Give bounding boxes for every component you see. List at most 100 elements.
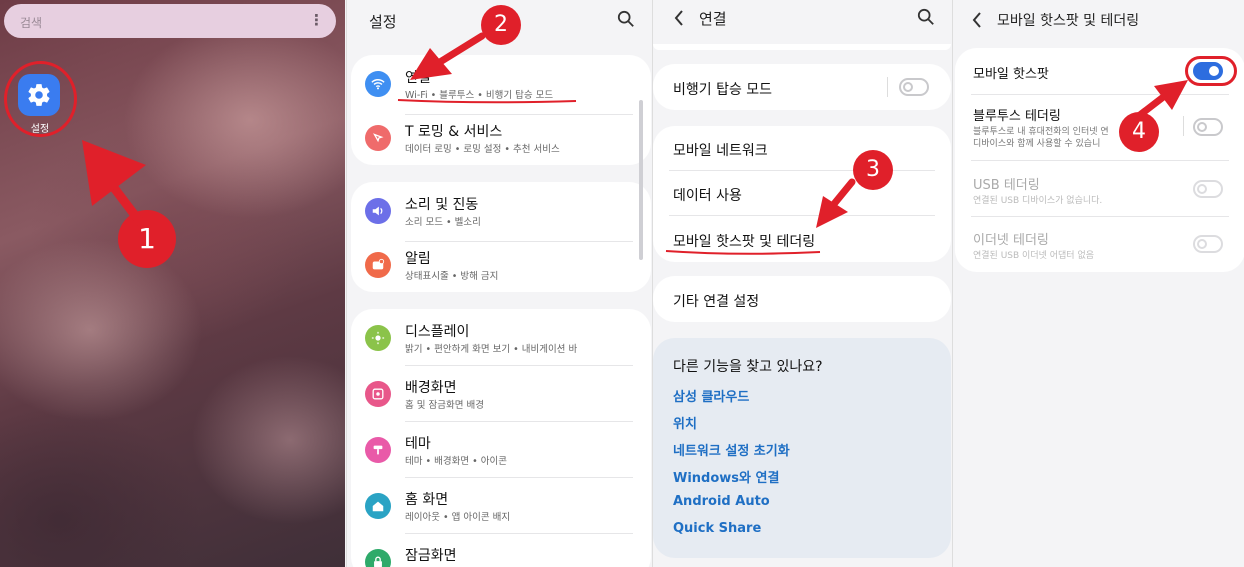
ethernet-tethering-toggle <box>1193 235 1223 253</box>
separator <box>1183 116 1184 136</box>
settings-item-home-screen[interactable]: 홈 화면 레이아웃 • 앱 아이콘 배지 <box>365 489 637 529</box>
bluetooth-tethering-toggle[interactable] <box>1193 118 1223 136</box>
settings-item-lock-screen[interactable]: 잠금화면 <box>365 545 637 567</box>
settings-card-display: 디스플레이 밝기 • 편안하게 화면 보기 • 내비게이션 바 배경화면 홈 및… <box>351 309 651 567</box>
settings-item-subtitle: 레이아웃 • 앱 아이콘 배지 <box>405 512 511 523</box>
airplane-mode-card: 비행기 탑승 모드 <box>653 64 951 110</box>
bluetooth-tethering-label[interactable]: 블루투스 테더링 <box>973 105 1061 124</box>
wifi-icon <box>365 71 391 97</box>
divider <box>971 160 1229 161</box>
roaming-icon <box>365 125 391 151</box>
suggestions-title: 다른 기능을 찾고 있나요? <box>673 359 823 375</box>
connections-panel: 연결 비행기 탑승 모드 모바일 네트워크 데이터 사용 모바일 핫스팟 및 테… <box>652 0 952 567</box>
settings-item-theme[interactable]: 테마 테마 • 배경화면 • 아이콘 <box>365 433 637 473</box>
settings-app-label: 설정 <box>30 124 50 135</box>
page-title: 연결 <box>699 10 727 28</box>
back-arrow-icon[interactable] <box>673 9 685 27</box>
settings-item-title: 홈 화면 <box>405 492 449 508</box>
usb-tethering-desc: 연결된 USB 디바이스가 없습니다. <box>973 196 1103 206</box>
usb-tethering-toggle <box>1193 180 1223 198</box>
link-samsung-cloud[interactable]: 삼성 클라우드 <box>673 386 749 405</box>
more-options-icon[interactable]: ⋮ <box>309 11 324 29</box>
link-android-auto[interactable]: Android Auto <box>673 494 770 509</box>
home-screen-panel: 검색 ⋮ 설정 1 <box>0 0 345 567</box>
settings-item-subtitle: 데이터 로밍 • 로밍 설정 • 추천 서비스 <box>405 144 560 155</box>
link-reset-network[interactable]: 네트워크 설정 초기화 <box>673 440 790 459</box>
divider <box>669 170 935 171</box>
settings-item-subtitle: 소리 모드 • 벨소리 <box>405 217 481 228</box>
search-icon[interactable] <box>917 8 935 26</box>
more-settings-card: 기타 연결 설정 <box>653 276 951 322</box>
divider <box>405 477 633 478</box>
scrollbar[interactable] <box>639 100 643 260</box>
separator <box>887 77 888 97</box>
notification-icon <box>365 252 391 278</box>
suggestions-card: 다른 기능을 찾고 있나요? 삼성 클라우드 위치 네트워크 설정 초기화 Wi… <box>653 338 951 558</box>
mobile-network-item[interactable]: 모바일 네트워크 <box>673 140 768 160</box>
network-card: 모바일 네트워크 데이터 사용 모바일 핫스팟 및 테더링 <box>653 126 951 262</box>
settings-item-display[interactable]: 디스플레이 밝기 • 편안하게 화면 보기 • 내비게이션 바 <box>365 321 637 361</box>
gear-icon <box>28 84 50 106</box>
settings-item-subtitle: Wi-Fi • 블루투스 • 비행기 탑승 모드 <box>405 90 554 101</box>
settings-item-title: T 로밍 & 서비스 <box>405 124 503 140</box>
annotation-circle-4 <box>1185 56 1237 86</box>
settings-card-sound: 소리 및 진동 소리 모드 • 벨소리 알림 상태표시줄 • 방해 금지 <box>351 182 651 292</box>
settings-item-title: 배경화면 <box>405 380 457 396</box>
settings-item-connections[interactable]: 연결 Wi-Fi • 블루투스 • 비행기 탑승 모드 <box>365 67 637 107</box>
link-location[interactable]: 위치 <box>673 413 697 432</box>
link-quick-share[interactable]: Quick Share <box>673 521 761 536</box>
divider <box>405 421 633 422</box>
search-icon[interactable] <box>617 10 635 28</box>
settings-item-roaming[interactable]: T 로밍 & 서비스 데이터 로밍 • 로밍 설정 • 추천 서비스 <box>365 121 637 161</box>
settings-item-title: 소리 및 진동 <box>405 197 479 213</box>
usb-tethering-label: USB 테더링 <box>973 178 1040 193</box>
airplane-mode-toggle[interactable] <box>899 78 929 96</box>
step-badge-4: 4 <box>1119 112 1159 152</box>
settings-item-title: 디스플레이 <box>405 324 470 340</box>
settings-item-title: 알림 <box>405 251 431 267</box>
ethernet-tethering-label: 이더넷 테더링 <box>973 233 1049 248</box>
settings-item-notifications[interactable]: 알림 상태표시줄 • 방해 금지 <box>365 248 637 288</box>
page-title: 설정 <box>369 13 397 31</box>
settings-item-title: 잠금화면 <box>405 548 457 564</box>
hotspot-card: 모바일 핫스팟 블루투스 테더링 블루투스로 내 휴대전화의 인터넷 연 디바이… <box>955 48 1244 272</box>
scrolled-card-edge <box>653 44 951 50</box>
lock-icon <box>365 549 391 567</box>
settings-item-subtitle: 홈 및 잠금화면 배경 <box>405 400 484 411</box>
link-link-to-windows[interactable]: Windows와 연결 <box>673 467 779 486</box>
mobile-hotspot-label[interactable]: 모바일 핫스팟 <box>973 63 1049 82</box>
divider <box>971 94 1229 95</box>
hotspot-tethering-item[interactable]: 모바일 핫스팟 및 테더링 <box>673 231 815 251</box>
theme-icon <box>365 437 391 463</box>
more-connection-settings-item[interactable]: 기타 연결 설정 <box>673 291 759 311</box>
data-usage-item[interactable]: 데이터 사용 <box>673 185 742 205</box>
step-badge-1: 1 <box>118 210 176 268</box>
ethernet-tethering-desc: 연결된 USB 이더넷 어댑터 없음 <box>973 251 1094 261</box>
settings-item-subtitle: 밝기 • 편안하게 화면 보기 • 내비게이션 바 <box>405 344 578 355</box>
settings-item-title: 연결 <box>405 70 431 86</box>
hotspot-tethering-panel: 모바일 핫스팟 및 테더링 모바일 핫스팟 블루투스 테더링 블루투스로 내 휴… <box>952 0 1244 567</box>
divider <box>971 216 1229 217</box>
page-title: 모바일 핫스팟 및 테더링 <box>997 13 1140 29</box>
back-arrow-icon[interactable] <box>971 11 983 29</box>
divider <box>669 215 935 216</box>
settings-panel: 설정 연결 Wi-Fi • 블루투스 • 비행기 탑승 모드 T 로밍 & 서비… <box>346 0 652 567</box>
settings-item-sound[interactable]: 소리 및 진동 소리 모드 • 벨소리 <box>365 194 637 234</box>
divider <box>405 365 633 366</box>
divider <box>405 114 633 115</box>
home-search-bar[interactable]: 검색 ⋮ <box>4 4 336 38</box>
settings-app-icon[interactable] <box>18 74 60 116</box>
settings-item-subtitle: 테마 • 배경화면 • 아이콘 <box>405 456 507 467</box>
divider <box>405 533 633 534</box>
step-badge-2: 2 <box>481 5 521 45</box>
settings-item-wallpaper[interactable]: 배경화면 홈 및 잠금화면 배경 <box>365 377 637 417</box>
speaker-icon <box>365 198 391 224</box>
settings-card-connections: 연결 Wi-Fi • 블루투스 • 비행기 탑승 모드 T 로밍 & 서비스 데… <box>351 55 651 165</box>
home-icon <box>365 493 391 519</box>
bluetooth-tethering-desc-2: 디바이스와 함께 사용할 수 있습니 <box>973 139 1101 149</box>
search-placeholder: 검색 <box>20 16 43 30</box>
settings-item-subtitle: 상태표시줄 • 방해 금지 <box>405 271 499 282</box>
divider <box>405 241 633 242</box>
wallpaper-icon <box>365 381 391 407</box>
airplane-mode-label: 비행기 탑승 모드 <box>673 82 773 98</box>
